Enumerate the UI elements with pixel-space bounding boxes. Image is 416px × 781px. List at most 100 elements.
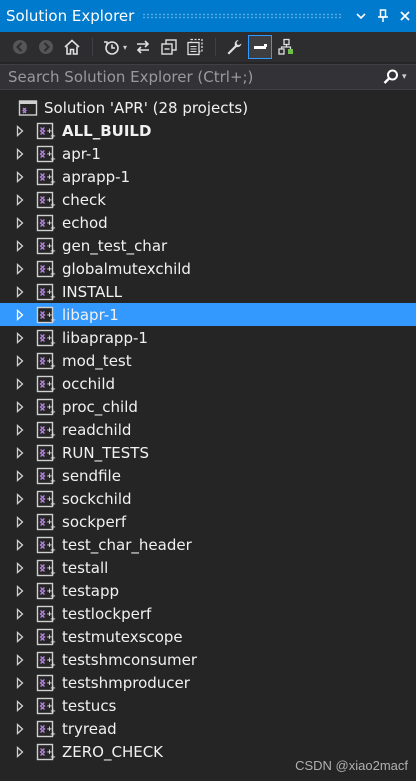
- solution-node[interactable]: Solution 'APR' (28 projects): [0, 96, 416, 119]
- project-node[interactable]: + + readchild: [0, 418, 416, 441]
- expand-caret-icon[interactable]: [13, 400, 27, 414]
- project-label: ALL_BUILD: [62, 121, 152, 140]
- cpp-project-icon: + +: [36, 260, 56, 278]
- project-node[interactable]: + + testshmconsumer: [0, 648, 416, 671]
- project-node[interactable]: + + test_char_header: [0, 533, 416, 556]
- project-node[interactable]: + + testlockperf: [0, 602, 416, 625]
- chevron-down-icon[interactable]: ▾: [123, 43, 127, 52]
- svg-text:+: +: [50, 385, 56, 393]
- expand-caret-icon[interactable]: [13, 676, 27, 690]
- expand-caret-icon[interactable]: [13, 377, 27, 391]
- sync-with-document-button[interactable]: [131, 35, 155, 59]
- home-button[interactable]: [60, 35, 84, 59]
- project-label: testmutexscope: [62, 627, 183, 646]
- project-node[interactable]: + + testshmproducer: [0, 671, 416, 694]
- svg-text:+: +: [50, 707, 56, 715]
- expand-caret-icon[interactable]: [13, 262, 27, 276]
- expand-caret-icon[interactable]: [13, 515, 27, 529]
- svg-text:+: +: [50, 500, 56, 508]
- project-node[interactable]: + + echod: [0, 211, 416, 234]
- svg-text:+: +: [50, 684, 56, 692]
- class-view-button[interactable]: [274, 35, 298, 59]
- project-node[interactable]: + + globalmutexchild: [0, 257, 416, 280]
- project-node[interactable]: + + gen_test_char: [0, 234, 416, 257]
- expand-caret-icon[interactable]: [13, 492, 27, 506]
- project-node[interactable]: + + check: [0, 188, 416, 211]
- project-node[interactable]: + + sendfile: [0, 464, 416, 487]
- project-node[interactable]: + + testapp: [0, 579, 416, 602]
- cpp-project-icon: + +: [36, 697, 56, 715]
- title-bar[interactable]: Solution Explorer: [0, 0, 416, 32]
- project-node[interactable]: + + libaprapp-1: [0, 326, 416, 349]
- cpp-project-icon: + +: [36, 122, 56, 140]
- search-bar[interactable]: Search Solution Explorer (Ctrl+;) ▾: [0, 64, 416, 90]
- svg-text:+: +: [50, 661, 56, 669]
- svg-text:+: +: [50, 224, 56, 232]
- expand-caret-icon[interactable]: [13, 216, 27, 230]
- pending-changes-filter-button[interactable]: [99, 35, 123, 59]
- project-label: globalmutexchild: [62, 259, 191, 278]
- svg-text:+: +: [50, 178, 56, 186]
- search-input[interactable]: Search Solution Explorer (Ctrl+;): [0, 68, 380, 86]
- project-list: + + ALL_BUILD + + apr-1 + + aprapp-1 + + check + + ech…: [0, 119, 416, 763]
- expand-caret-icon[interactable]: [13, 170, 27, 184]
- expand-caret-icon[interactable]: [13, 331, 27, 345]
- expand-caret-icon[interactable]: [13, 239, 27, 253]
- search-options-dropdown[interactable]: ▾: [402, 72, 416, 82]
- back-button[interactable]: [8, 35, 32, 59]
- project-node[interactable]: + + testucs: [0, 694, 416, 717]
- svg-text:+: +: [50, 431, 56, 439]
- project-node[interactable]: + + sockperf: [0, 510, 416, 533]
- preview-selected-items-button[interactable]: [248, 35, 273, 59]
- expand-caret-icon[interactable]: [13, 469, 27, 483]
- expand-caret-icon[interactable]: [13, 538, 27, 552]
- expand-caret-icon[interactable]: [13, 147, 27, 161]
- project-node[interactable]: + + aprapp-1: [0, 165, 416, 188]
- project-label: aprapp-1: [62, 167, 131, 186]
- project-node[interactable]: + + tryread: [0, 717, 416, 740]
- expand-caret-icon[interactable]: [13, 193, 27, 207]
- project-node[interactable]: + + sockchild: [0, 487, 416, 510]
- expand-caret-icon[interactable]: [13, 653, 27, 667]
- expand-caret-icon[interactable]: [13, 308, 27, 322]
- project-label: sockchild: [62, 489, 132, 508]
- expand-caret-icon[interactable]: [13, 446, 27, 460]
- properties-button[interactable]: [222, 35, 246, 59]
- project-node[interactable]: + + apr-1: [0, 142, 416, 165]
- cpp-project-icon: + +: [36, 306, 56, 324]
- close-button[interactable]: [394, 5, 416, 27]
- expand-caret-icon[interactable]: [13, 699, 27, 713]
- forward-button[interactable]: [34, 35, 58, 59]
- expand-caret-icon[interactable]: [13, 745, 27, 759]
- expand-caret-icon[interactable]: [13, 285, 27, 299]
- pin-button[interactable]: [372, 5, 394, 27]
- project-node[interactable]: + + ALL_BUILD: [0, 119, 416, 142]
- collapse-all-button[interactable]: [157, 35, 181, 59]
- title-grip[interactable]: [142, 13, 342, 19]
- project-node[interactable]: + + mod_test: [0, 349, 416, 372]
- project-node[interactable]: + + libapr-1: [0, 303, 416, 326]
- expand-caret-icon[interactable]: [13, 584, 27, 598]
- svg-text:+: +: [50, 730, 56, 738]
- show-all-files-button[interactable]: [183, 35, 207, 59]
- expand-caret-icon[interactable]: [13, 722, 27, 736]
- expand-caret-icon[interactable]: [13, 630, 27, 644]
- cpp-project-icon: + +: [36, 145, 56, 163]
- cpp-project-icon: + +: [36, 329, 56, 347]
- project-node[interactable]: + + proc_child: [0, 395, 416, 418]
- project-label: check: [62, 190, 106, 209]
- expand-caret-icon[interactable]: [13, 561, 27, 575]
- window-position-dropdown-button[interactable]: [350, 5, 372, 27]
- expand-caret-icon[interactable]: [13, 607, 27, 621]
- expand-caret-icon[interactable]: [13, 124, 27, 138]
- project-node[interactable]: + + RUN_TESTS: [0, 441, 416, 464]
- project-node[interactable]: + + testall: [0, 556, 416, 579]
- properties-wrench-icon: [227, 40, 242, 55]
- expand-caret-icon[interactable]: [13, 423, 27, 437]
- expand-caret-icon[interactable]: [13, 354, 27, 368]
- project-node[interactable]: + + INSTALL: [0, 280, 416, 303]
- project-node[interactable]: + + occhild: [0, 372, 416, 395]
- project-node[interactable]: + + testmutexscope: [0, 625, 416, 648]
- search-button[interactable]: [380, 66, 402, 88]
- cpp-project-icon: + +: [36, 421, 56, 439]
